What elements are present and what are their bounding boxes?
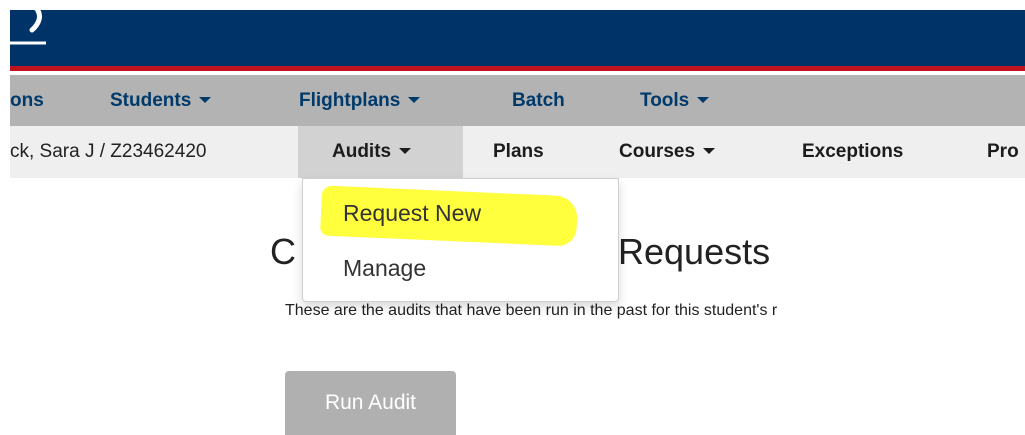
primary-nav: ons Students Flightplans Batch Tools [10, 75, 1025, 126]
nav-item-batch[interactable]: Batch [512, 75, 565, 126]
caret-down-icon [703, 147, 716, 154]
audits-dropdown-menu: Request New Manage [302, 178, 619, 302]
nav-item-students[interactable]: Students [110, 75, 212, 126]
site-header [10, 10, 1025, 66]
page-title-end: Requests [618, 231, 771, 272]
tab-exceptions[interactable]: Exceptions [802, 126, 903, 178]
menu-item-manage[interactable]: Manage [343, 255, 426, 282]
tab-audits[interactable]: Audits [332, 126, 412, 178]
run-audit-button[interactable]: Run Audit [285, 371, 456, 435]
top-margin [0, 0, 1025, 10]
page-title-start: C [270, 231, 296, 272]
menu-item-request-new[interactable]: Request New [343, 200, 481, 227]
tab-courses[interactable]: Courses [619, 126, 716, 178]
caret-down-icon [399, 147, 412, 154]
header-accent-line [10, 66, 1025, 71]
caret-down-icon [697, 96, 710, 103]
secondary-nav: ck, Sara J / Z23462420 Audits Plans Cour… [10, 126, 1025, 178]
nav-item-tools[interactable]: Tools [640, 75, 710, 126]
tab-pro[interactable]: Pro [987, 126, 1019, 178]
caret-down-icon [199, 96, 212, 103]
audits-description: These are the audits that have been run … [285, 302, 778, 319]
logo-icon[interactable] [10, 10, 50, 48]
nav-item-ons[interactable]: ons [10, 75, 44, 126]
caret-down-icon [408, 96, 421, 103]
student-identifier: ck, Sara J / Z23462420 [10, 141, 207, 162]
nav-item-flightplans[interactable]: Flightplans [299, 75, 421, 126]
tab-plans[interactable]: Plans [493, 126, 544, 178]
